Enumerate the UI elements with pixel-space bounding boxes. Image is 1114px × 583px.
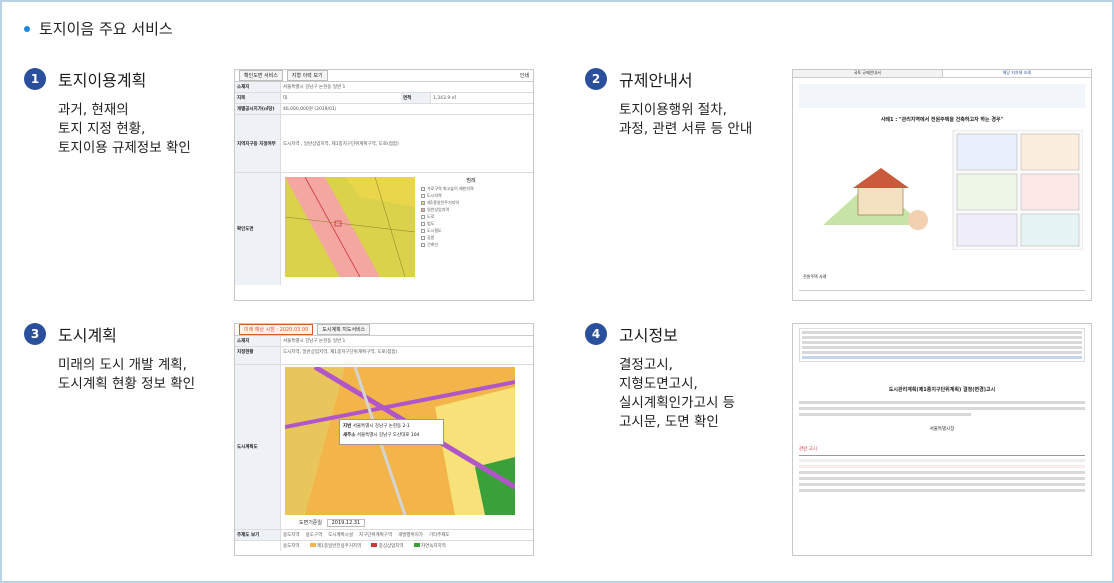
service-notice-info: 4 고시정보 결정고시, 지형도면고시, 실시계획인가고시 등 고시문, 도면 …	[585, 323, 785, 443]
service-land-use-plan: 1 토지이용계획 과거, 현재의 토지 지정 현황, 토지이용 규제정보 확인	[24, 68, 224, 168]
service-title: 규제안내서	[619, 71, 693, 90]
service-description: 미래의 도시 개발 계획, 도시계획 현황 정보 확인	[58, 357, 196, 392]
notice-meta-table	[799, 328, 1085, 362]
related-notice-list	[799, 455, 1085, 492]
section-heading: 토지이음 주요 서비스	[24, 18, 173, 39]
tab-history: 지형 이력 보기	[286, 70, 328, 81]
thumb-map-row: 확인도면 범례 가로구역 최고높이 제한지역 도시지역 제1종일반주거지역 일반…	[235, 173, 533, 285]
service-number: 1	[24, 68, 46, 90]
thumb-row: 지목 대 면적 1,343.9 ㎡	[235, 93, 533, 104]
thumb-row: 개별공시지가(㎡당) 46,000,000원 (2019/01)	[235, 104, 533, 115]
urban-plan-screenshot[interactable]: 미래 예상 시점 : 2020.03.00 도시계획 지도서비스 소재지 서울특별…	[234, 323, 534, 556]
tab-urban-map: 도시계획 지도서비스	[317, 324, 371, 335]
legend: 범례 가로구역 최고높이 제한지역 도시지역 제1종일반주거지역 일반상업지역 …	[421, 177, 521, 249]
service-description: 토지이용행위 절차, 과정, 관련 서류 등 안내	[619, 102, 753, 137]
thumb-row: 주제도 보기 용도지역 용도구역 도시계획시설 지구단위계획구역 개발행위허가 기타주제도	[235, 530, 533, 541]
thumb-row: 소재지 서울특별시 강남구 논현동 일번 1	[235, 82, 533, 93]
bullet-icon	[24, 25, 30, 32]
thumb-row: 지정현황 도시지역, 일반상업지역, 제1종지구단위계획구역, 도로(접함)	[235, 347, 533, 365]
thumb-tabbar: 미래 예상 시점 : 2020.03.00 도시계획 지도서비스	[235, 324, 533, 336]
notice-info-screenshot[interactable]: 도시관리계획(제1종지구단위계획) 결정(변경)고시 서울특별시장 관련 고시	[792, 323, 1092, 556]
thumb-row: 소재지 서울특별시 강남구 논현동 일번 1	[235, 336, 533, 347]
tab-confirm-map: 확인도면 서비스	[239, 70, 283, 81]
thumb-tabbar: 국토 규제안내서 해당 지자체 조례	[793, 70, 1091, 78]
thumb-row: 지역지구등 지정여부 도시지역 , 일반상업지역, 제1종지구단위계획구역, 도로…	[235, 115, 533, 173]
service-number: 2	[585, 68, 607, 90]
service-number: 3	[24, 323, 46, 345]
service-number: 4	[585, 323, 607, 345]
map-date: 도면기준일 2019.12.31	[299, 519, 366, 527]
service-title: 고시정보	[619, 326, 678, 345]
thumb-tabbar: 확인도면 서비스 지형 이력 보기 인쇄	[235, 70, 533, 82]
land-use-map	[285, 177, 415, 277]
service-description: 과거, 현재의 토지 지정 현황, 토지이용 규제정보 확인	[58, 102, 191, 156]
thumb-row: 용도지역 제1종일반전용주거지역 중심상업지역 자연녹지지역	[235, 541, 533, 551]
future-date-badge: 미래 예상 시점 : 2020.03.00	[239, 324, 314, 335]
address-popup: 지번 서울특별시 강남구 논현동 2-1 새주소 서울특별시 강남구 도산대로 …	[339, 419, 444, 445]
related-notice-title: 관련 고시	[799, 447, 817, 452]
thumb-footer-label: 전원주택 사례	[803, 274, 827, 279]
case-title: 사례1 : "관리지역에서 전원주택을 건축하고자 하는 경우"	[880, 117, 1004, 123]
illustration	[803, 130, 1083, 250]
notice-org: 서울특별시장	[929, 427, 955, 432]
service-regulation-guide: 2 규제안내서 토지이용행위 절차, 과정, 관련 서류 등 안내	[585, 68, 785, 168]
service-title: 토지이용계획	[58, 71, 147, 90]
regulation-guide-screenshot[interactable]: 국토 규제안내서 해당 지자체 조례 사례1 : "관리지역에서 전원주택을 건…	[792, 69, 1092, 301]
service-title: 도시계획	[58, 326, 117, 345]
thumb-map-row: 도시계획도 지번 서울특별시 강남구 논현동 2-1 새주소 서울특별시 강남구…	[235, 365, 533, 530]
land-use-plan-screenshot[interactable]: 확인도면 서비스 지형 이력 보기 인쇄 소재지 서울특별시 강남구 논현동 일번…	[234, 69, 534, 301]
print-button: 인쇄	[519, 73, 529, 79]
service-urban-plan: 3 도시계획 미래의 도시 개발 계획, 도시계획 현황 정보 확인	[24, 323, 224, 423]
notice-title: 도시관리계획(제1종지구단위계획) 결정(변경)고시	[888, 387, 996, 393]
service-panel: 토지이음 주요 서비스 1 토지이용계획 과거, 현재의 토지 지정 현황, 토…	[0, 0, 1114, 583]
service-description: 결정고시, 지형도면고시, 실시계획인가고시 등 고시문, 도면 확인	[619, 357, 736, 430]
section-title: 토지이음 주요 서비스	[39, 20, 173, 38]
